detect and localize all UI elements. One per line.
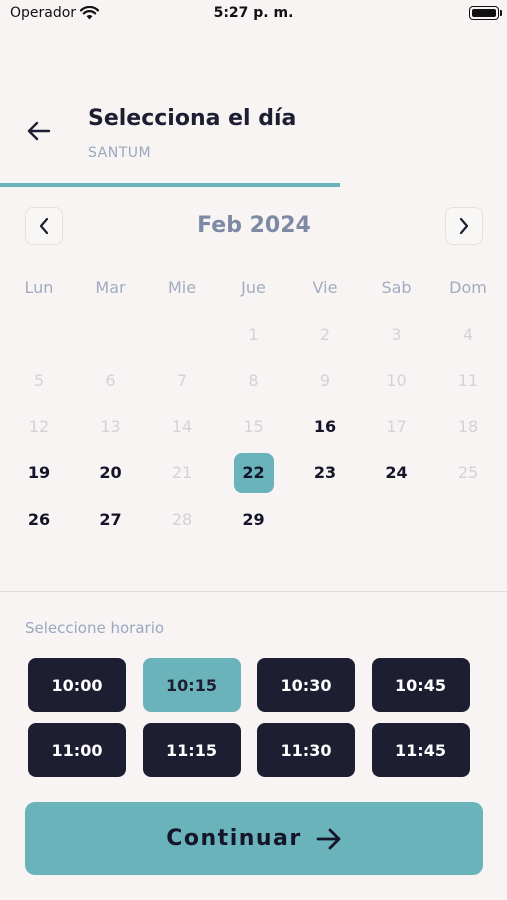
calendar-day-selected[interactable]: 22 <box>233 452 274 493</box>
schedule-label: Seleccione horario <box>25 619 165 637</box>
weekday-label: Jue <box>241 278 266 297</box>
calendar-day: 12 <box>28 417 50 437</box>
weekday-label: Mar <box>95 278 126 297</box>
continue-label: Continuar <box>166 826 302 851</box>
calendar-day[interactable]: 24 <box>377 453 417 493</box>
time-slot[interactable]: 11:30 <box>257 723 355 777</box>
calendar-day: 17 <box>386 417 407 437</box>
calendar-day: 5 <box>33 370 45 390</box>
calendar-day[interactable]: 20 <box>91 453 131 493</box>
status-time: 5:27 p. m. <box>213 5 294 21</box>
calendar-day: 7 <box>176 370 188 390</box>
month-label: Feb 2024 <box>197 213 311 238</box>
page-title: Selecciona el día <box>88 106 297 131</box>
calendar-day[interactable]: 29 <box>234 499 274 539</box>
time-slot[interactable]: 10:30 <box>257 658 355 712</box>
status-bar: Operador 5:27 p. m. <box>0 0 507 28</box>
calendar-day: 21 <box>171 463 193 483</box>
chevron-right-icon <box>459 217 469 235</box>
weekday-label: Mie <box>167 278 197 297</box>
progress-bar <box>0 183 507 187</box>
continue-button[interactable]: Continuar <box>25 802 483 875</box>
time-slot-grid: 10:00 10:15 10:30 10:45 11:00 11:15 11:30 11:45 <box>28 658 478 778</box>
battery-icon <box>469 6 502 20</box>
calendar-day[interactable]: 16 <box>305 407 345 447</box>
calendar-day[interactable]: 23 <box>305 453 345 493</box>
time-slot[interactable]: 11:45 <box>371 723 470 777</box>
time-slot[interactable]: 10:00 <box>28 658 126 712</box>
month-navigation: Feb 2024 <box>25 207 483 247</box>
progress-fill <box>0 183 340 187</box>
calendar-day: 11 <box>457 370 479 390</box>
calendar-day[interactable]: 26 <box>19 499 59 539</box>
calendar-day: 13 <box>100 417 121 437</box>
arrow-left-icon <box>27 121 51 141</box>
time-slot-selected[interactable]: 10:15 <box>142 658 241 712</box>
weekday-label: Dom <box>449 278 487 297</box>
calendar-day[interactable]: 19 <box>19 453 59 493</box>
page-subtitle: SANTUM <box>88 145 152 161</box>
calendar-day: 9 <box>319 370 331 390</box>
calendar-day: 2 <box>319 324 331 344</box>
calendar-day: 15 <box>243 417 264 437</box>
calendar-day: 3 <box>391 324 402 344</box>
calendar-day: 10 <box>386 370 407 390</box>
calendar-day: 1 <box>248 324 259 344</box>
calendar-grid: 1 2 3 4 5 6 7 8 9 10 11 12 13 14 15 16 17 18 19 20 21 22 23 24 2… <box>3 312 503 542</box>
time-slot[interactable]: 11:00 <box>28 723 126 777</box>
time-slot[interactable]: 11:15 <box>142 723 241 777</box>
calendar-day: 18 <box>457 417 479 437</box>
arrow-right-icon <box>316 828 341 849</box>
weekday-header: Lun Mar Mie Jue Vie Sab Dom <box>3 278 503 300</box>
calendar-day: 28 <box>171 509 193 529</box>
calendar-day: 4 <box>462 324 474 344</box>
calendar-day: 8 <box>248 370 259 390</box>
weekday-label: Lun <box>24 278 54 297</box>
weekday-label: Sab <box>381 278 412 297</box>
next-month-button[interactable] <box>445 207 483 245</box>
calendar-day: 6 <box>105 370 116 390</box>
calendar-day[interactable]: 27 <box>91 499 131 539</box>
calendar-day: 25 <box>457 463 479 483</box>
weekday-label: Vie <box>312 278 338 297</box>
time-slot[interactable]: 10:45 <box>371 658 470 712</box>
calendar-day: 14 <box>171 417 193 437</box>
back-button[interactable] <box>22 114 56 148</box>
divider <box>0 591 507 592</box>
